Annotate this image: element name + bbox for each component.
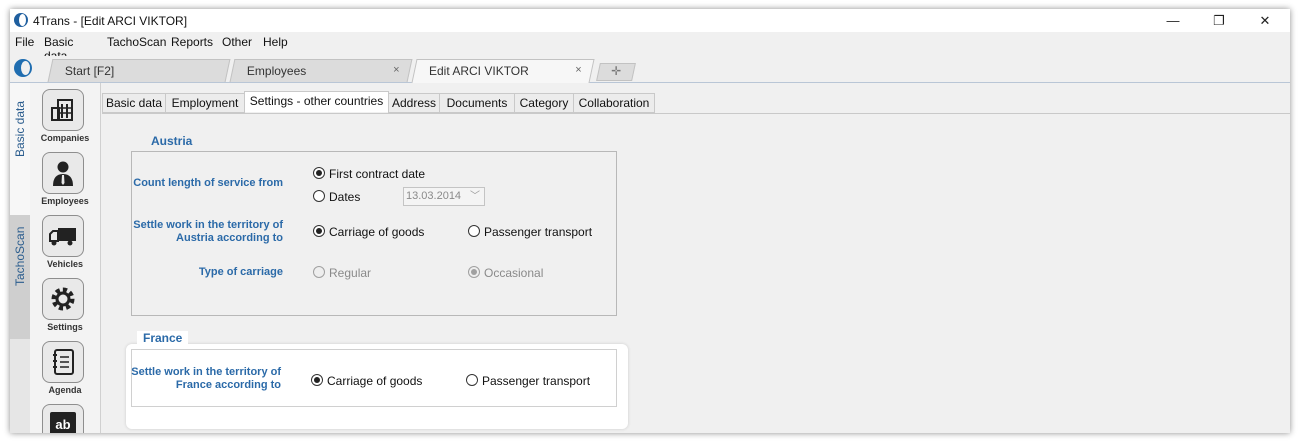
austria-settle-label: Settle work in the territory of Austria … (133, 219, 283, 244)
radio-regular[interactable] (313, 266, 325, 278)
tab-address[interactable]: Address (388, 93, 440, 113)
close-button[interactable]: ✕ (1242, 9, 1288, 32)
dates-label: Dates (329, 190, 361, 204)
tab-basic-data[interactable]: Basic data (102, 93, 166, 113)
france-passenger-transport-label: Passenger transport (482, 374, 591, 388)
menu-other[interactable]: Other (222, 35, 252, 49)
france-carriage-of-goods-label: Carriage of goods (327, 374, 423, 388)
type-of-carriage-label: Type of carriage (198, 266, 283, 278)
section-basic-data[interactable]: Basic data (10, 83, 31, 215)
minimize-button[interactable]: — (1150, 9, 1196, 32)
brand-logo-icon (14, 59, 32, 77)
title-bar: 4Trans - [Edit ARCI VIKTOR] — ❐ ✕ (10, 9, 1290, 32)
austria-passenger-transport-label: Passenger transport (484, 225, 593, 239)
nav-settings[interactable]: Settings (30, 276, 100, 339)
nav-settings-label: Settings (47, 322, 83, 332)
menu-file[interactable]: File (15, 35, 34, 49)
chevron-down-icon: ﹀ (470, 191, 480, 202)
tab-employees-close-icon[interactable]: × (393, 64, 399, 76)
app-logo-icon (14, 13, 28, 27)
tab-employment[interactable]: Employment (165, 93, 245, 113)
nav-agenda-label: Agenda (48, 385, 82, 395)
section-tachoscan-label: TachoScan (13, 226, 27, 286)
tab-edit-arci-viktor[interactable]: Edit ARCI VIKTOR × (411, 59, 595, 83)
building-icon (42, 89, 84, 131)
tab-edit-label: Edit ARCI VIKTOR (429, 64, 529, 78)
tab-documents[interactable]: Documents (439, 93, 515, 113)
nav-companies-label: Companies (40, 133, 90, 143)
window-title: 4Trans - [Edit ARCI VIKTOR] (33, 14, 188, 28)
restore-button[interactable]: ❐ (1196, 9, 1242, 32)
occasional-label: Occasional (484, 266, 544, 280)
austria-section-title: Austria (151, 134, 193, 148)
document-tab-bar: Start [F2] Employees × Edit ARCI VIKTOR … (10, 56, 1290, 83)
regular-label: Regular (329, 266, 372, 280)
first-contract-date-label: First contract date (329, 167, 426, 181)
tab-category[interactable]: Category (514, 93, 574, 113)
section-basic-data-label: Basic data (13, 100, 27, 157)
app-window: 4Trans - [Edit ARCI VIKTOR] — ❐ ✕ File B… (10, 9, 1290, 433)
radio-france-passenger-transport[interactable] (466, 374, 478, 386)
radio-austria-passenger-transport[interactable] (468, 225, 480, 237)
notebook-icon (42, 341, 84, 383)
tab-collaboration[interactable]: Collaboration (573, 93, 655, 113)
truck-icon (42, 215, 84, 257)
france-settle-label: Settle work in the territory of France a… (131, 366, 281, 391)
austria-carriage-of-goods-label: Carriage of goods (329, 225, 425, 239)
france-section-title: France (143, 331, 183, 345)
nav-employees-label: Employees (41, 196, 89, 206)
dictionary-glyph: ab (50, 412, 76, 433)
nav-dictionary[interactable]: ab (30, 402, 100, 433)
nav-vehicles-label: Vehicles (46, 259, 84, 269)
date-value: 13.03.2014 (406, 190, 462, 202)
nav-vehicles[interactable]: Vehicles (30, 213, 100, 276)
france-title-box: France (137, 331, 189, 347)
icon-navigation: Companies Employees Vehicles Settings Ag… (30, 83, 101, 433)
service-length-label: Count length of service from (133, 177, 283, 189)
nav-employees[interactable]: Employees (30, 150, 100, 213)
section-tachoscan[interactable]: TachoScan (10, 215, 30, 339)
person-icon (42, 152, 84, 194)
menu-help[interactable]: Help (263, 35, 288, 49)
menu-reports[interactable]: Reports (171, 35, 213, 49)
radio-occasional[interactable] (468, 266, 480, 278)
tab-employees[interactable]: Employees × (229, 59, 413, 82)
tab-settings-other-countries[interactable]: Settings - other countries (244, 91, 389, 112)
menu-tachoscan[interactable]: TachoScan (107, 35, 166, 49)
section-strip: Basic data TachoScan (10, 83, 31, 433)
tab-employees-label: Employees (246, 64, 307, 78)
radio-dates[interactable] (313, 190, 325, 202)
tab-start-label: Start [F2] (64, 64, 115, 78)
dictionary-icon: ab (42, 404, 84, 433)
radio-first-contract-date[interactable] (313, 167, 325, 179)
tab-start[interactable]: Start [F2] (47, 59, 231, 82)
tab-edit-close-icon[interactable]: × (575, 64, 581, 76)
radio-france-carriage-of-goods[interactable] (311, 374, 323, 386)
plus-icon: ✛ (611, 64, 622, 78)
date-picker[interactable]: 13.03.2014 ﹀ (403, 187, 485, 206)
add-tab-button[interactable]: ✛ (596, 63, 636, 81)
gear-icon (42, 278, 84, 320)
nav-agenda[interactable]: Agenda (30, 339, 100, 402)
nav-companies[interactable]: Companies (30, 87, 100, 150)
radio-austria-carriage-of-goods[interactable] (313, 225, 325, 237)
